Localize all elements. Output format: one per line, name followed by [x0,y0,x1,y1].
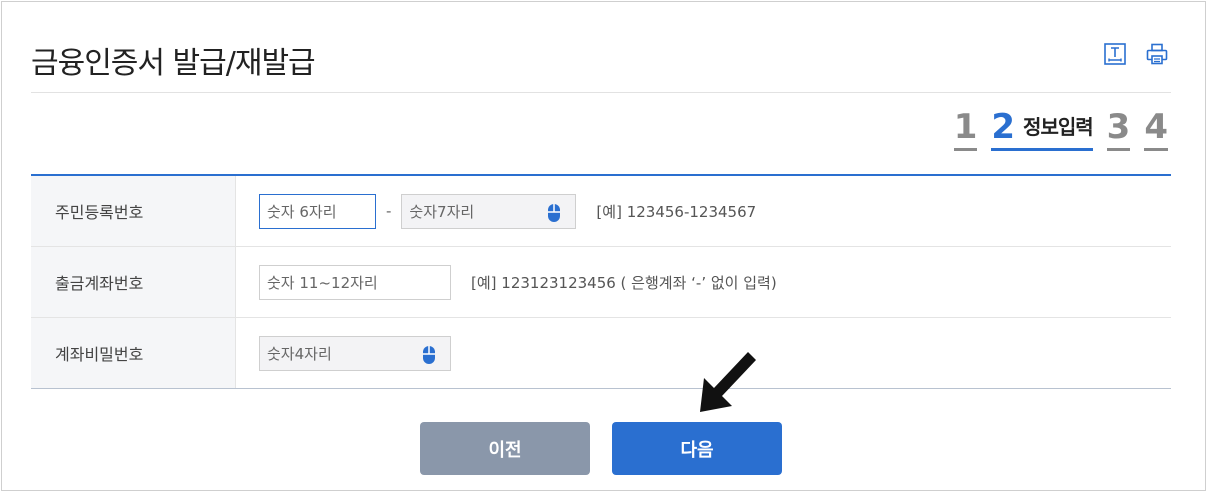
account-number-input[interactable]: 숫자 11~12자리 [259,264,451,300]
input-placeholder: 숫자4자리 [267,344,332,363]
step-2-active: 2 정보입력 [991,107,1094,151]
step-number: 2 [991,107,1016,147]
step-label: 정보입력 [1023,115,1094,139]
resident-hint: [예] 123456-1234567 [596,202,757,221]
form-row-password: 계좌비밀번호 숫자4자리 [31,318,1171,388]
page-title: 금융인증서 발급/재발급 [31,46,316,81]
account-password-input[interactable]: 숫자4자리 [259,335,451,371]
next-button[interactable]: 다음 [612,422,782,475]
step-4: 4 [1144,108,1168,151]
input-placeholder: 숫자 6자리 [267,202,337,221]
input-placeholder: 숫자 11~12자리 [267,273,378,292]
account-number-label: 출금계좌번호 [31,247,236,317]
step-indicator: 1 2 정보입력 3 4 [953,107,1168,151]
step-number: 1 [953,107,978,147]
resident-back-input[interactable]: 숫자7자리 [401,193,577,229]
step-number: 3 [1106,107,1131,147]
row-body: 숫자 6자리 - 숫자7자리 [예] 123456-1234567 [236,176,1171,246]
arrow-pointer-icon [700,352,756,412]
title-divider [31,92,1171,93]
input-placeholder: 숫자7자리 [409,202,475,221]
step-number: 4 [1144,107,1168,147]
account-hint: [예] 123123123456 ( 은행계좌 ‘-’ 없이 입력) [471,273,777,292]
resident-number-label: 주민등록번호 [31,176,236,246]
title-tools [1103,42,1169,66]
info-form: 주민등록번호 숫자 6자리 - 숫자7자리 [예] 123456-1234567… [31,174,1171,389]
prev-button[interactable]: 이전 [420,422,590,475]
account-password-label: 계좌비밀번호 [31,318,236,388]
form-row-account: 출금계좌번호 숫자 11~12자리 [예] 123123123456 ( 은행계… [31,247,1171,318]
step-1: 1 [953,107,978,151]
resident-front-input[interactable]: 숫자 6자리 [259,193,376,229]
mouse-icon[interactable] [422,345,436,365]
print-icon[interactable] [1145,42,1169,66]
form-row-resident: 주민등록번호 숫자 6자리 - 숫자7자리 [예] 123456-1234567 [31,176,1171,247]
resident-dash: - [386,202,392,220]
mouse-icon[interactable] [547,203,561,223]
row-body: 숫자 11~12자리 [예] 123123123456 ( 은행계좌 ‘-’ 없… [236,247,1171,317]
step-3: 3 [1106,107,1131,151]
text-size-icon[interactable] [1103,42,1127,66]
page-frame: 금융인증서 발급/재발급 1 2 정보입력 3 4 주민등록번호 숫자 6자리 … [1,1,1206,491]
